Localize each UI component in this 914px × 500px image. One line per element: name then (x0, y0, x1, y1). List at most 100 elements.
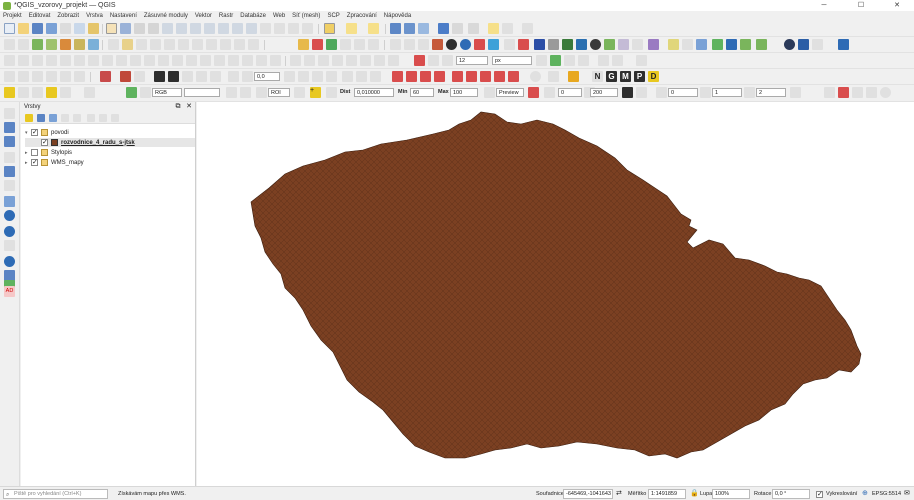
rotate-feature-icon[interactable] (88, 55, 99, 66)
triangle-icon[interactable] (712, 39, 723, 50)
measure-icon[interactable] (468, 23, 479, 34)
menu-zobrazit[interactable]: Zobrazit (57, 13, 79, 19)
select-features-icon[interactable] (346, 23, 357, 34)
pencil-icon[interactable] (4, 87, 15, 98)
scp-upload-icon[interactable] (508, 71, 519, 82)
zoom-rubberband-icon[interactable] (162, 23, 173, 34)
layer-styling-icon[interactable] (474, 39, 485, 50)
add-part-icon[interactable] (130, 55, 141, 66)
add-delimited-text-icon[interactable] (74, 39, 85, 50)
lock-scale-icon[interactable]: 🔒 (690, 489, 699, 499)
tree-item-wms-mapy[interactable]: ▸ WMS_mapy (25, 158, 195, 167)
font-unit-select[interactable]: px (492, 56, 532, 65)
scp-band-next-icon[interactable] (370, 71, 381, 82)
font-size-field[interactable]: 12 (456, 56, 488, 65)
shape-arc-icon[interactable] (74, 71, 85, 82)
add-wfs-icon[interactable] (4, 210, 15, 221)
menu-napoveda[interactable]: Nápověda (384, 13, 411, 19)
crs-icon[interactable]: ⊕ (862, 489, 868, 499)
globe-icon[interactable] (460, 39, 471, 50)
fill-ring-icon[interactable] (144, 55, 155, 66)
panel-icon[interactable] (838, 39, 849, 50)
paste-features-icon[interactable] (220, 39, 231, 50)
zoom-in-icon[interactable] (134, 23, 145, 34)
scp-classify-icon[interactable] (168, 71, 179, 82)
scp-dist-icon[interactable] (326, 87, 337, 98)
advanced-digitize-icon[interactable] (270, 55, 281, 66)
menu-zasuvne-moduly[interactable]: Zásuvné moduly (144, 13, 188, 19)
rotate-label-icon[interactable] (354, 39, 365, 50)
vertex-tool-icon[interactable] (164, 39, 175, 50)
close-panel-icon[interactable]: ✕ (185, 103, 193, 111)
scale-field[interactable]: 1:1491859 (648, 489, 686, 499)
osm-icon[interactable] (568, 71, 579, 82)
add-spatialite-icon[interactable] (4, 166, 15, 177)
add-vector-tile-icon[interactable] (4, 180, 15, 191)
db-manager-icon[interactable] (418, 39, 429, 50)
menu-databaze[interactable]: Databáze (240, 13, 266, 19)
scp-band-1-icon[interactable] (656, 87, 667, 98)
add-delimited-icon[interactable] (4, 152, 15, 163)
scp-ndvi-icon[interactable] (226, 87, 237, 98)
label-tool-icon[interactable] (298, 39, 309, 50)
coord-field[interactable]: -645469,-1041643 (563, 489, 613, 499)
scp-globe-icon[interactable] (852, 87, 863, 98)
python-console-icon[interactable] (390, 39, 401, 50)
self-snapping-icon[interactable] (598, 55, 609, 66)
scp-export-icon[interactable] (466, 71, 477, 82)
funnel-icon[interactable] (46, 87, 57, 98)
close-button[interactable]: ✕ (882, 0, 912, 11)
scp-x-icon[interactable] (452, 71, 463, 82)
new-temp-layer-icon[interactable]: AD (4, 286, 15, 297)
text-annotation-icon[interactable] (522, 23, 533, 34)
map-canvas[interactable] (197, 102, 914, 486)
add-postgis-icon[interactable] (88, 39, 99, 50)
zoom-out-icon[interactable] (148, 23, 159, 34)
max-field[interactable]: 100 (450, 88, 478, 97)
layers-stack-icon[interactable] (756, 39, 767, 50)
add-wcs-icon[interactable] (4, 226, 15, 237)
scp-show-roi-icon[interactable] (294, 87, 305, 98)
map-tips-icon[interactable] (488, 23, 499, 34)
scp-undo-icon[interactable] (312, 71, 323, 82)
add-raster-layer-icon[interactable] (46, 39, 57, 50)
current-edits-icon[interactable] (108, 39, 119, 50)
cross-icon[interactable] (618, 39, 629, 50)
locator-search-input[interactable]: ⌕ Piště pro vyhledání (Ctrl+K) (3, 489, 108, 499)
filter-icon[interactable] (32, 87, 43, 98)
add-mesh-icon[interactable] (4, 136, 15, 147)
snap-type-icon[interactable] (442, 55, 453, 66)
menu-rastr[interactable]: Rastr (219, 13, 233, 19)
tree-icon[interactable] (562, 39, 573, 50)
add-arcgis-icon[interactable] (4, 256, 15, 267)
scp-roi-icon[interactable] (154, 71, 165, 82)
crs-label[interactable]: EPSG:5514 (872, 489, 901, 499)
annotation-icon[interactable] (502, 23, 513, 34)
open-field-calculator-icon[interactable] (390, 23, 401, 34)
delete-ring-icon[interactable] (158, 55, 169, 66)
show-hide-labels-icon[interactable] (326, 39, 337, 50)
scp-range-icon[interactable] (544, 87, 555, 98)
menu-sit-mesh[interactable]: Síť (mesh) (292, 13, 320, 19)
pin-labels-icon[interactable] (312, 39, 323, 50)
dollar-icon[interactable] (548, 71, 559, 82)
scp-mask-icon[interactable] (228, 71, 239, 82)
range-to-field[interactable]: 200 (590, 88, 618, 97)
save-edits-icon[interactable] (136, 39, 147, 50)
scp-pencil-icon[interactable] (406, 71, 417, 82)
scp-band-plus-icon[interactable] (356, 71, 367, 82)
rotation-field[interactable]: 0,0 ° (772, 489, 810, 499)
layer-checkbox[interactable] (41, 138, 48, 146)
band2-field[interactable]: 1 (712, 88, 742, 97)
italic-icon[interactable] (360, 55, 371, 66)
style-manager-icon[interactable] (88, 23, 99, 34)
tree-item-povodi[interactable]: ▾ povodi (25, 128, 195, 137)
strike-icon[interactable] (388, 55, 399, 66)
temporal-controller-icon[interactable] (288, 23, 299, 34)
zero-value-field[interactable]: 0,0 (254, 72, 280, 81)
menu-nastaveni[interactable]: Nastavení (110, 13, 137, 19)
scp-ao-icon[interactable] (326, 71, 337, 82)
zoom-last-icon[interactable] (232, 23, 243, 34)
simplify-icon[interactable] (102, 55, 113, 66)
move-label-icon[interactable] (340, 39, 351, 50)
